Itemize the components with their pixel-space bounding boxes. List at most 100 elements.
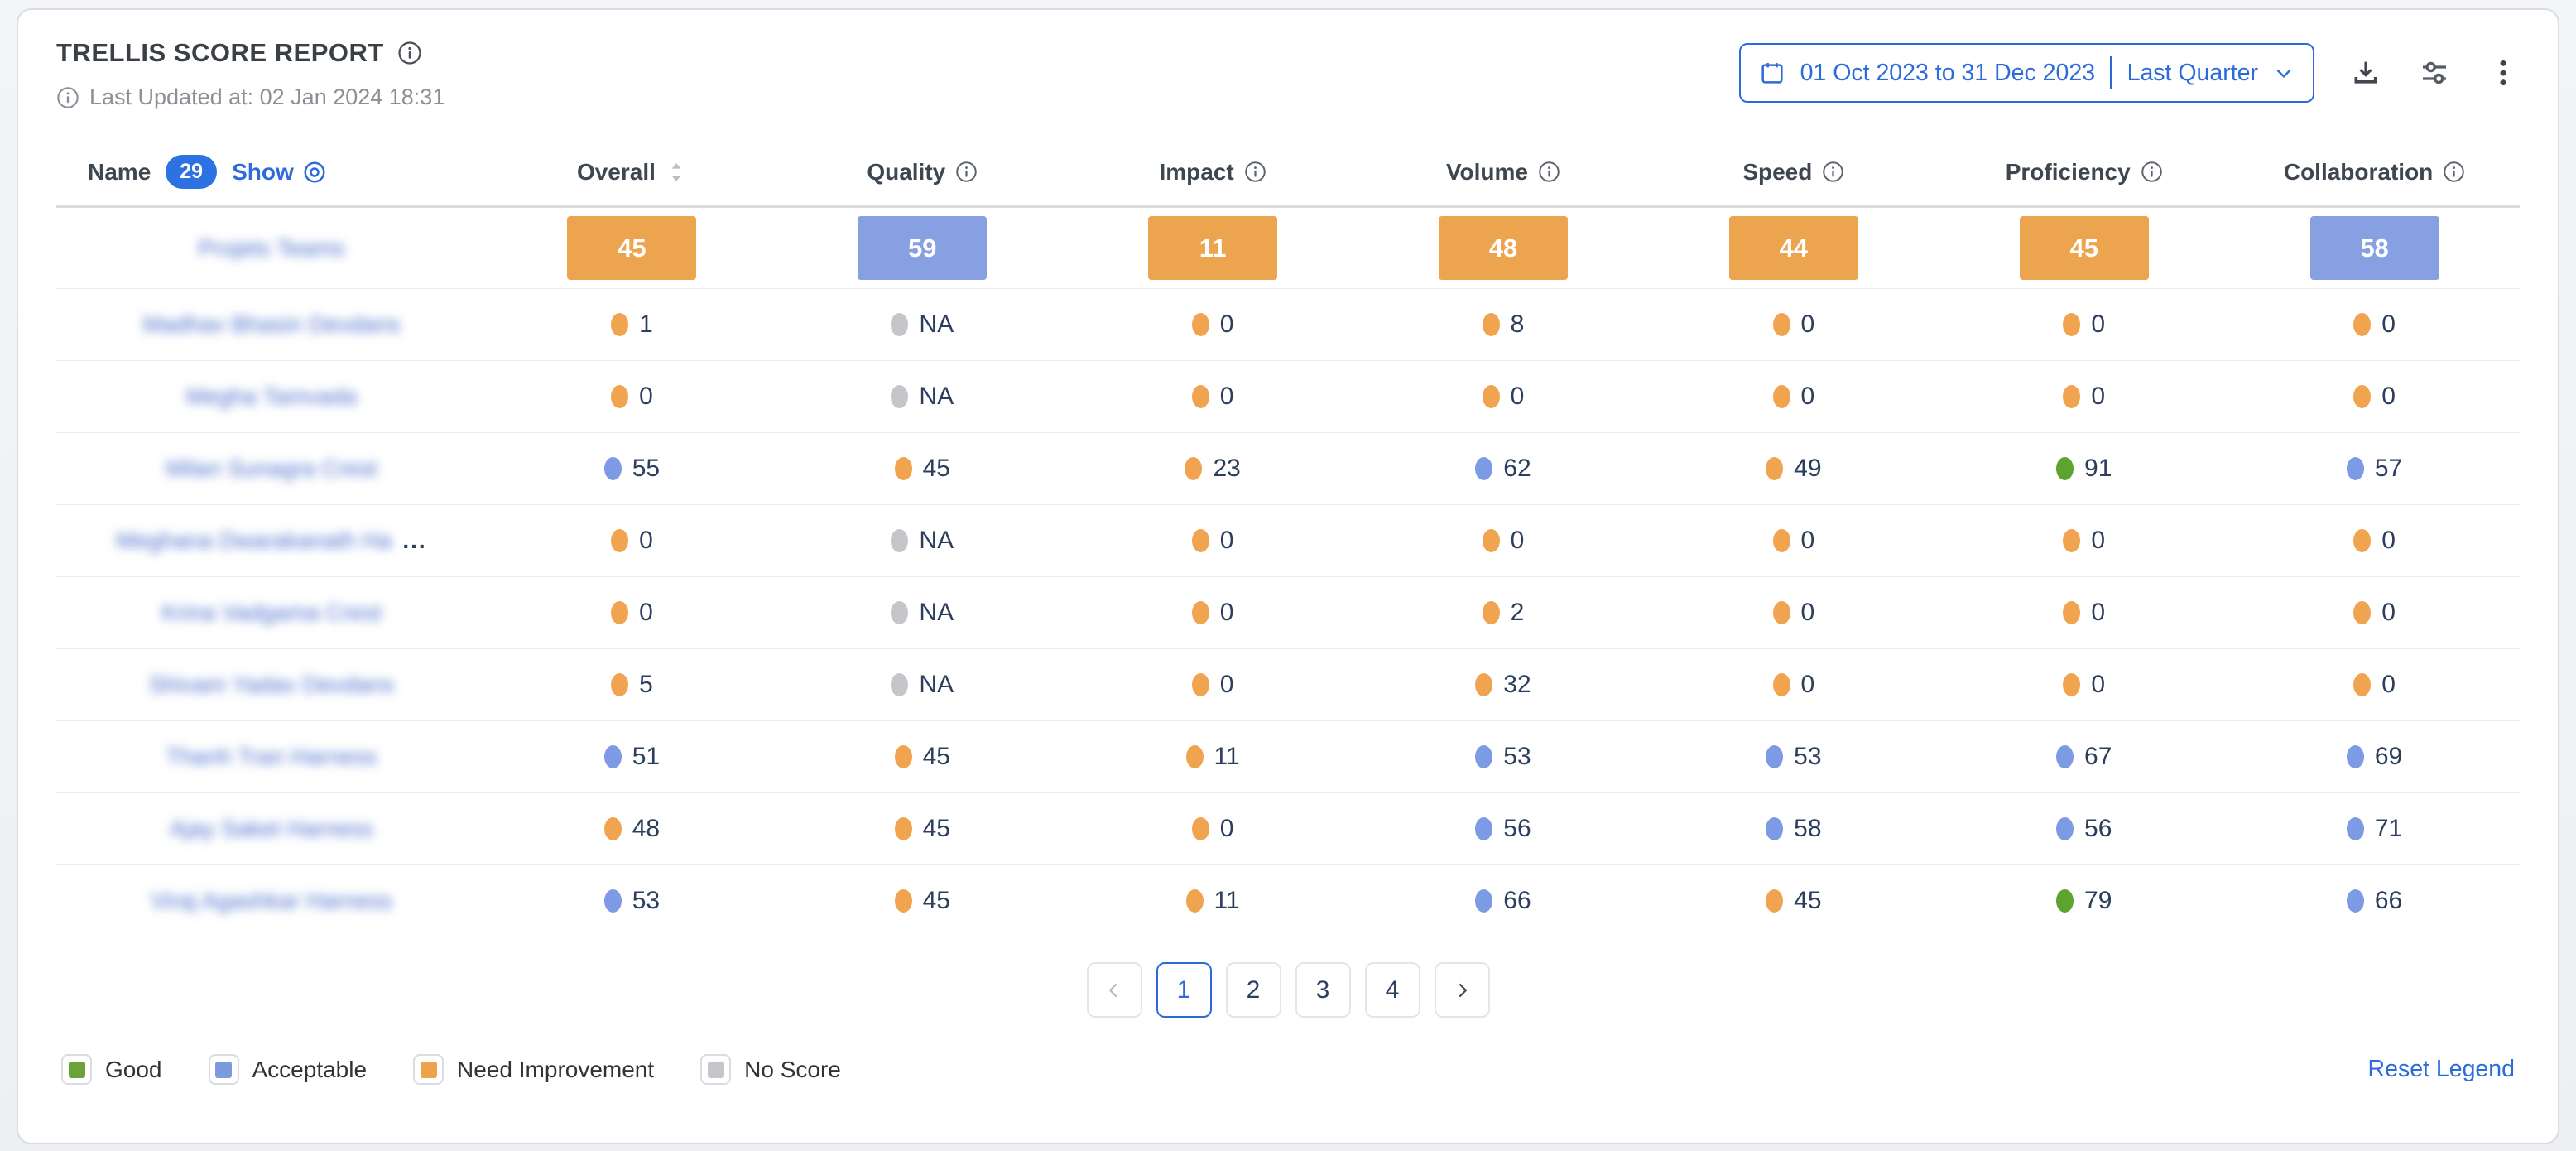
score-cell: 0	[2229, 671, 2520, 699]
score-dot	[1192, 529, 1209, 552]
info-icon[interactable]	[1538, 161, 1560, 183]
score-value: 57	[2375, 455, 2402, 483]
score-chip: 58	[2310, 216, 2439, 280]
score-value: 56	[1503, 815, 1531, 843]
title-info-icon[interactable]	[397, 41, 422, 65]
score-cell: 0	[1068, 599, 1358, 627]
score-dot	[611, 673, 628, 696]
name-cell: Megha Tamvada	[56, 383, 487, 410]
info-icon[interactable]	[955, 161, 978, 183]
score-value: 0	[2381, 311, 2396, 339]
score-cell: 0	[1068, 383, 1358, 411]
score-value: 67	[2084, 743, 2112, 771]
page-button-3[interactable]: 3	[1295, 962, 1351, 1018]
score-cell: 53	[1358, 743, 1649, 771]
score-dot	[1186, 889, 1204, 913]
score-cell: 0	[1068, 527, 1358, 555]
name-link[interactable]: Projets Teams	[199, 235, 345, 262]
date-range-button[interactable]: 01 Oct 2023 to 31 Dec 2023 Last Quarter	[1739, 43, 2314, 103]
name-link[interactable]: Meghana Dwarakanath Ha	[116, 527, 392, 554]
name-link[interactable]: Viraj Agashkar Harness	[151, 888, 392, 914]
name-cell: Ajay Saket Harness	[56, 816, 487, 842]
score-dot	[891, 673, 908, 696]
legend: Good Acceptable Need Improvement No Score	[61, 1054, 841, 1085]
column-header-label: Speed	[1742, 159, 1812, 185]
legend-item-need-improvement[interactable]: Need Improvement	[413, 1054, 654, 1085]
score-cell: 0	[487, 527, 777, 555]
column-header-label: Collaboration	[2284, 159, 2433, 185]
score-dot	[1766, 457, 1783, 480]
score-value: 0	[2091, 311, 2105, 339]
legend-item-acceptable[interactable]: Acceptable	[209, 1054, 368, 1085]
score-cell: 0	[1068, 815, 1358, 843]
info-icon[interactable]	[2443, 161, 2465, 183]
score-cell: 0	[487, 599, 777, 627]
score-value: 0	[639, 383, 653, 411]
name-link[interactable]: Ajay Saket Harness	[170, 816, 373, 842]
name-link[interactable]: Madhav Bhasin Devdans	[142, 311, 400, 338]
score-cell: NA	[777, 599, 1068, 627]
page-button-2[interactable]: 2	[1226, 962, 1281, 1018]
table-row: Krina Vadgama Crest0NA02000	[56, 577, 2520, 649]
score-dot	[891, 601, 908, 624]
score-value: 79	[2084, 887, 2112, 915]
score-dot	[604, 817, 622, 840]
table-row: Viraj Agashkar Harness53451166457966	[56, 865, 2520, 937]
score-dot	[2063, 529, 2080, 552]
show-link[interactable]: Show	[232, 159, 327, 185]
score-dot	[895, 457, 912, 480]
score-dot	[891, 529, 908, 552]
score-dot	[2347, 889, 2364, 913]
page-button-1[interactable]: 1	[1156, 962, 1212, 1018]
score-dot	[2347, 745, 2364, 768]
score-cell: 0	[2229, 599, 2520, 627]
name-link[interactable]: Thanh Tran Harness	[166, 744, 377, 770]
score-cell: 48	[487, 815, 777, 843]
table-row: Megha Tamvada0NA00000	[56, 361, 2520, 433]
column-header-overall[interactable]: Overall	[487, 159, 777, 185]
score-cell: 71	[2229, 815, 2520, 843]
score-cell: 45	[777, 887, 1068, 915]
info-icon[interactable]	[1822, 161, 1844, 183]
sort-icon[interactable]	[666, 159, 687, 185]
name-link[interactable]: Milan Sunagra Crest	[166, 455, 377, 482]
column-header-speed: Speed	[1648, 159, 1939, 185]
score-cell: 91	[1939, 455, 2229, 483]
score-value: 45	[1794, 887, 1821, 915]
score-value: 0	[1220, 527, 1234, 555]
score-value: 0	[639, 599, 653, 627]
legend-item-no-score[interactable]: No Score	[700, 1054, 841, 1085]
score-value: 32	[1503, 671, 1531, 699]
table-row: Thanh Tran Harness51451153536769	[56, 721, 2520, 793]
score-cell: 0	[2229, 527, 2520, 555]
info-icon[interactable]	[2141, 161, 2163, 183]
score-cell: 79	[1939, 887, 2229, 915]
download-icon	[2349, 56, 2382, 89]
kebab-menu-button[interactable]	[2487, 56, 2520, 89]
table-row: Ajay Saket Harness4845056585671	[56, 793, 2520, 865]
score-cell: 0	[487, 383, 777, 411]
page-button-4[interactable]: 4	[1365, 962, 1420, 1018]
name-link[interactable]: Megha Tamvada	[186, 383, 358, 410]
legend-item-good[interactable]: Good	[61, 1054, 162, 1085]
score-value: 0	[2091, 527, 2105, 555]
score-table: Name 29 Show OverallQualityImpactVolumeS…	[56, 138, 2520, 937]
score-value: 53	[1503, 743, 1531, 771]
prev-page-button[interactable]	[1087, 962, 1142, 1018]
name-link[interactable]: Shivam Yadav Devdans	[149, 672, 394, 698]
score-cell: 0	[1358, 383, 1649, 411]
score-dot	[2063, 673, 2080, 696]
legend-swatch	[700, 1054, 731, 1085]
header-controls: 01 Oct 2023 to 31 Dec 2023 Last Quarter	[1739, 43, 2520, 103]
score-value: NA	[919, 527, 954, 555]
legend-swatch	[413, 1054, 444, 1085]
next-page-button[interactable]	[1435, 962, 1490, 1018]
name-link[interactable]: Krina Vadgama Crest	[161, 600, 382, 626]
filter-settings-button[interactable]	[2417, 55, 2452, 90]
info-icon[interactable]	[1244, 161, 1266, 183]
reset-legend-link[interactable]: Reset Legend	[2368, 1056, 2515, 1083]
score-dot	[895, 889, 912, 913]
score-value: NA	[919, 671, 954, 699]
legend-label: Need Improvement	[457, 1057, 654, 1083]
download-button[interactable]	[2349, 56, 2382, 89]
